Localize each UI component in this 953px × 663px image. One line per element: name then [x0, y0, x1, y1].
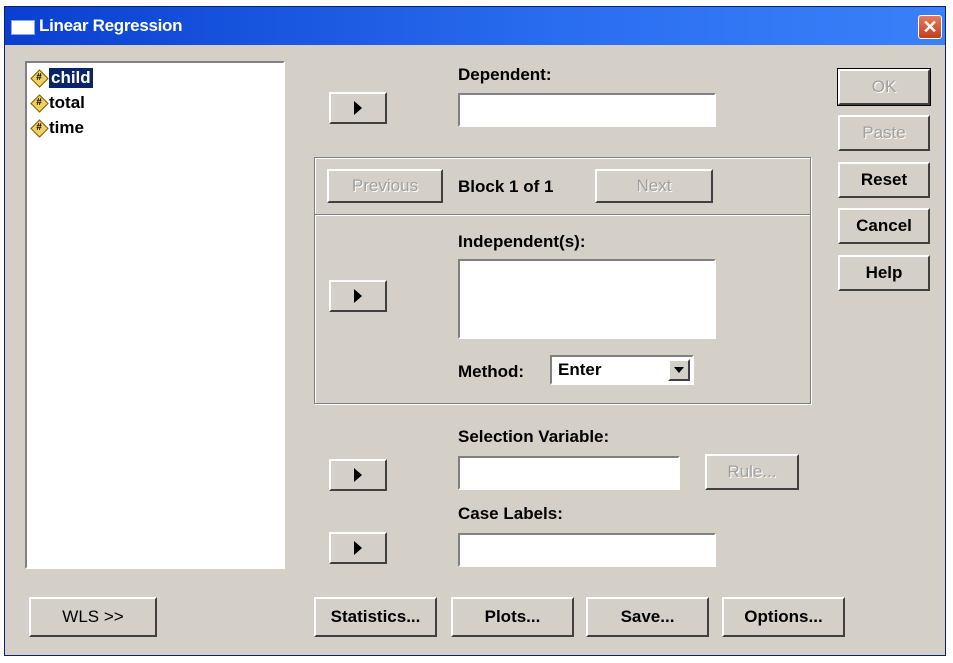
selection-variable-label: Selection Variable: [458, 427, 610, 446]
ok-button[interactable]: OK [837, 68, 931, 106]
independents-label: Independent(s): [458, 232, 586, 251]
wls-button[interactable]: WLS >> [29, 597, 157, 637]
help-button[interactable]: Help [838, 255, 930, 291]
variable-label: total [49, 93, 85, 112]
move-to-independents-button[interactable] [329, 280, 387, 312]
block-divider [315, 214, 810, 216]
list-item[interactable]: # total [30, 92, 85, 114]
method-label: Method: [458, 362, 525, 381]
block-label: Block 1 of 1 [458, 177, 554, 196]
scale-variable-icon: # [30, 69, 49, 88]
independents-list[interactable] [458, 259, 716, 339]
reset-button[interactable]: Reset [838, 162, 930, 198]
window-title: Linear Regression [39, 16, 183, 35]
statistics-button[interactable]: Statistics... [314, 597, 437, 637]
dropdown-button[interactable] [668, 359, 690, 381]
right-arrow-icon [354, 468, 362, 482]
right-arrow-icon [354, 541, 362, 555]
selection-variable-field[interactable] [458, 456, 680, 490]
variable-label: time [49, 118, 84, 137]
close-button[interactable]: ✕ [918, 15, 942, 39]
scale-variable-icon: # [30, 119, 49, 138]
title-bar[interactable]: Linear Regression ✕ [5, 7, 945, 45]
case-labels-label: Case Labels: [458, 504, 563, 523]
case-labels-field[interactable] [458, 533, 716, 567]
dependent-label: Dependent: [458, 65, 552, 84]
variable-label: child [49, 68, 93, 88]
move-to-case-labels-button[interactable] [329, 532, 387, 564]
cancel-button[interactable]: Cancel [838, 208, 930, 244]
dependent-field[interactable] [458, 93, 716, 127]
move-to-dependent-button[interactable] [329, 92, 387, 124]
plots-button[interactable]: Plots... [451, 597, 574, 637]
linear-regression-dialog: Linear Regression ✕ # child # total # ti… [4, 6, 946, 656]
right-arrow-icon [354, 101, 362, 115]
list-item[interactable]: # time [30, 117, 84, 139]
method-select[interactable]: Enter [550, 355, 694, 385]
variable-list[interactable]: # child # total # time [25, 61, 285, 569]
options-button[interactable]: Options... [722, 597, 845, 637]
scale-variable-icon: # [30, 94, 49, 113]
next-button[interactable]: Next [595, 169, 713, 203]
paste-button[interactable]: Paste [838, 115, 930, 151]
chevron-down-icon [674, 367, 684, 373]
save-button[interactable]: Save... [586, 597, 709, 637]
list-item[interactable]: # child [30, 67, 93, 89]
window-icon [11, 20, 35, 35]
rule-button[interactable]: Rule... [705, 454, 799, 490]
method-value: Enter [558, 360, 602, 379]
move-to-selection-button[interactable] [329, 459, 387, 491]
right-arrow-icon [354, 289, 362, 303]
previous-button[interactable]: Previous [327, 169, 443, 203]
